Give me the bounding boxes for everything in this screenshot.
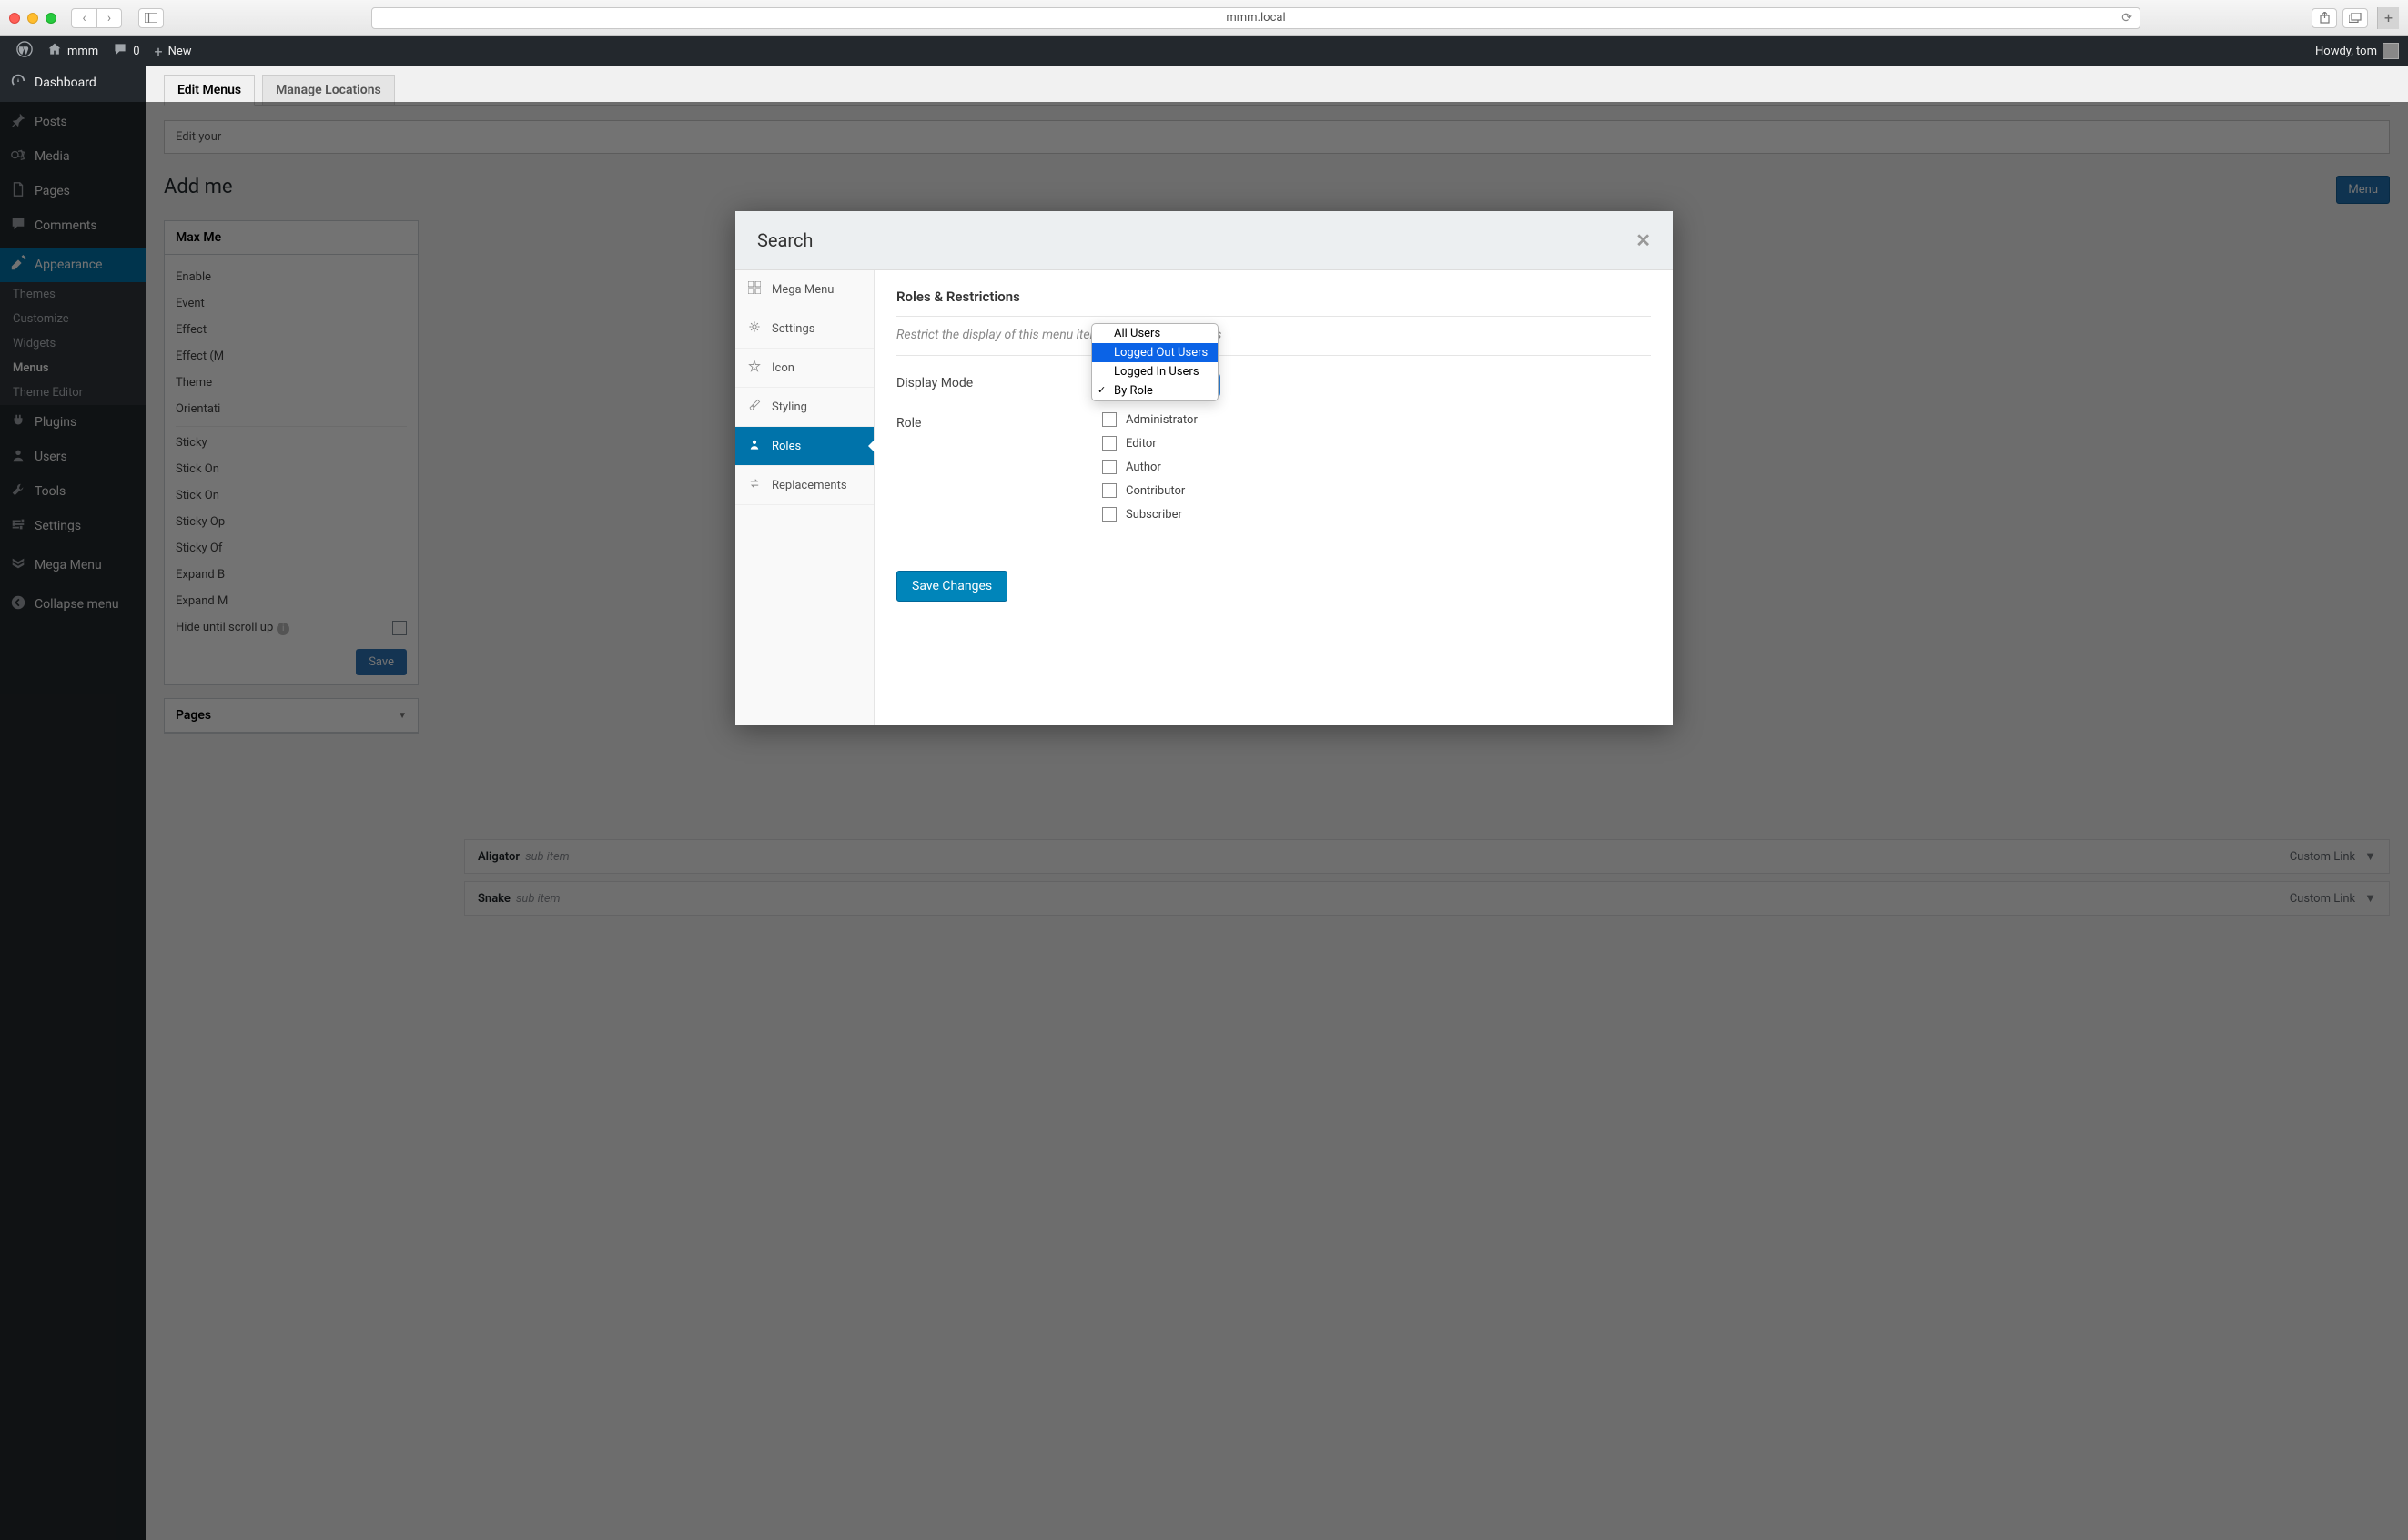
swap-icon [748,477,763,493]
dropdown-option-logged-out[interactable]: Logged Out Users [1092,343,1218,362]
new-link[interactable]: + New [147,36,199,66]
display-mode-label: Display Mode [896,372,1102,390]
role-name: Administrator [1126,413,1198,427]
checkbox-contributor[interactable] [1102,483,1117,498]
menu-label: Dashboard [35,76,96,90]
wp-logo[interactable] [9,36,40,66]
modal-tab-styling[interactable]: Styling [735,388,874,427]
modal-overlay[interactable]: Search ✕ Mega Menu Settings Icon [0,102,2408,1540]
star-icon [748,360,763,376]
modal-dialog: Search ✕ Mega Menu Settings Icon [735,211,1673,725]
admin-bar: mmm 0 + New Howdy, tom [0,36,2408,66]
role-label: Role [896,412,1102,431]
url-text: mmm.local [1226,11,1285,25]
dropdown-option-all-users[interactable]: All Users [1092,324,1218,343]
site-name: mmm [67,45,98,58]
comment-icon [113,42,127,60]
nav-buttons: ‹ › [71,8,122,28]
home-icon [47,42,62,60]
dropdown-option-by-role[interactable]: By Role [1092,381,1218,400]
checkbox-author[interactable] [1102,460,1117,474]
plus-icon: + [155,43,163,60]
tabs-button[interactable] [2342,8,2368,28]
tab-label: Settings [772,322,814,336]
brush-icon [748,399,763,415]
tab-manage-locations[interactable]: Manage Locations [262,75,395,105]
gear-icon [748,320,763,337]
role-checkbox-row: Subscriber [1102,507,1651,522]
tab-label: Mega Menu [772,283,834,297]
modal-title: Search [757,229,813,251]
role-name: Author [1126,461,1161,474]
modal-tab-icon[interactable]: Icon [735,349,874,388]
panel-description: Restrict the display of this menu item t… [896,328,1651,356]
new-label: New [168,45,192,58]
tab-label: Styling [772,400,807,414]
sidebar-toggle[interactable] [138,8,164,28]
close-icon[interactable]: ✕ [1635,229,1651,251]
role-checkbox-row: Administrator [1102,412,1651,427]
user-menu[interactable]: Howdy, tom [2315,43,2399,59]
modal-tab-roles[interactable]: Roles [735,427,874,466]
dropdown-option-logged-in[interactable]: Logged In Users [1092,362,1218,381]
comments-link[interactable]: 0 [106,36,147,66]
panel-heading: Roles & Restrictions [896,289,1651,317]
tab-edit-menus[interactable]: Edit Menus [164,75,255,106]
modal-tab-replacements[interactable]: Replacements [735,466,874,505]
user-icon [748,438,763,454]
window-maximize[interactable] [46,13,56,24]
role-checkbox-row: Author [1102,460,1651,474]
save-changes-button[interactable]: Save Changes [896,571,1007,602]
wordpress-icon [16,41,33,61]
back-button[interactable]: ‹ [71,8,96,28]
checkbox-editor[interactable] [1102,436,1117,451]
dashboard-icon [9,73,27,93]
tab-label: Replacements [772,479,847,492]
role-checkbox-row: Contributor [1102,483,1651,498]
role-checkbox-row: Editor [1102,436,1651,451]
browser-chrome: ‹ › mmm.local ⟳ + [0,0,2408,36]
modal-content: Roles & Restrictions Restrict the displa… [875,270,1673,725]
checkbox-administrator[interactable] [1102,412,1117,427]
role-name: Contributor [1126,484,1185,498]
tab-label: Icon [772,361,794,375]
modal-sidebar: Mega Menu Settings Icon Styling [735,270,875,725]
window-controls [9,13,56,24]
tab-label: Roles [772,440,801,453]
avatar-icon [2383,43,2399,59]
grid-icon [748,281,763,298]
forward-button[interactable]: › [96,8,122,28]
site-link[interactable]: mmm [40,36,106,66]
greeting: Howdy, tom [2315,45,2377,58]
role-name: Subscriber [1126,508,1182,522]
new-tab-button[interactable]: + [2377,7,2399,29]
modal-tab-megamenu[interactable]: Mega Menu [735,270,874,309]
modal-header: Search ✕ [735,211,1673,270]
refresh-icon[interactable]: ⟳ [2121,11,2132,25]
url-bar[interactable]: mmm.local ⟳ [371,7,2140,29]
role-name: Editor [1126,437,1157,451]
comment-count: 0 [133,45,139,58]
display-mode-dropdown: All Users Logged Out Users Logged In Use… [1091,323,1219,401]
share-button[interactable] [2312,8,2337,28]
modal-tab-settings[interactable]: Settings [735,309,874,349]
nav-tabs: Edit Menus Manage Locations [164,75,2390,106]
checkbox-subscriber[interactable] [1102,507,1117,522]
menu-dashboard[interactable]: Dashboard [0,66,146,100]
window-close[interactable] [9,13,20,24]
window-minimize[interactable] [27,13,38,24]
